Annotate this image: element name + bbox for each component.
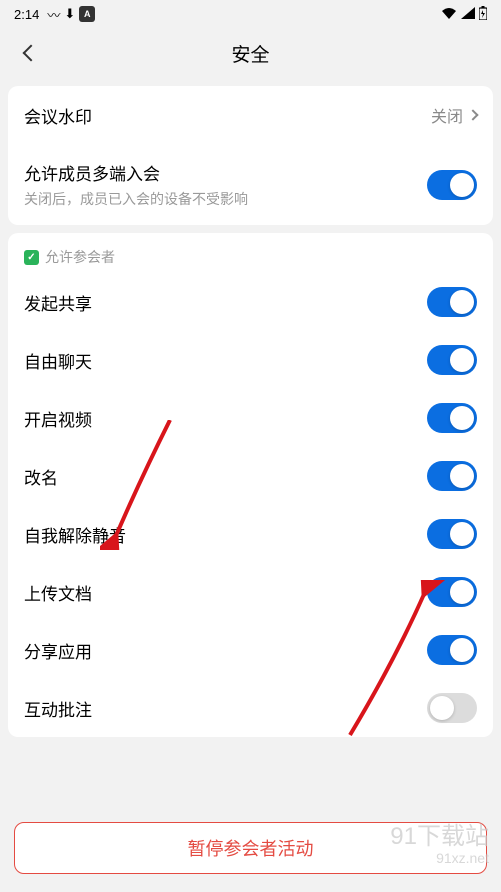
annotate-label: 互动批注	[24, 696, 92, 721]
section-header-allow: 允许参会者	[8, 233, 493, 273]
shield-check-icon	[24, 250, 39, 265]
status-icon-download: ⬇	[64, 6, 75, 22]
signal-icon	[461, 7, 475, 22]
unmute-toggle[interactable]	[427, 519, 477, 549]
shareapp-toggle[interactable]	[427, 635, 477, 665]
row-unmute: 自我解除静音	[8, 505, 493, 563]
row-shareapp: 分享应用	[8, 621, 493, 679]
unmute-label: 自我解除静音	[24, 522, 126, 547]
multidevice-label: 允许成员多端入会	[24, 160, 248, 185]
chat-label: 自由聊天	[24, 348, 92, 373]
card-settings: 会议水印 关闭 允许成员多端入会 关闭后，成员已入会的设备不受影响	[8, 86, 493, 225]
section-header-label: 允许参会者	[45, 247, 115, 267]
row-annotate: 互动批注	[8, 679, 493, 737]
rename-toggle[interactable]	[427, 461, 477, 491]
watermark-label: 会议水印	[24, 103, 92, 128]
page-header: 安全	[0, 28, 501, 78]
watermark-value: 关闭	[431, 103, 463, 127]
card-permissions: 允许参会者 发起共享自由聊天开启视频改名自我解除静音上传文档分享应用互动批注	[8, 233, 493, 737]
row-rename: 改名	[8, 447, 493, 505]
row-multidevice: 允许成员多端入会 关闭后，成员已入会的设备不受影响	[8, 144, 493, 225]
share-label: 发起共享	[24, 290, 92, 315]
pause-button-label: 暂停参会者活动	[188, 835, 314, 861]
chevron-left-icon	[23, 45, 40, 62]
wifi-icon	[441, 7, 457, 22]
chevron-right-icon	[467, 109, 478, 120]
back-button[interactable]	[16, 38, 46, 68]
pause-participants-button[interactable]: 暂停参会者活动	[14, 822, 487, 874]
status-bar: 2:14 〰 ⬇ A	[0, 0, 501, 28]
video-label: 开启视频	[24, 406, 92, 431]
upload-toggle[interactable]	[427, 577, 477, 607]
row-share: 发起共享	[8, 273, 493, 331]
annotate-toggle[interactable]	[427, 693, 477, 723]
multidevice-sub: 关闭后，成员已入会的设备不受影响	[24, 189, 248, 209]
upload-label: 上传文档	[24, 580, 92, 605]
status-icon-mountain: 〰	[47, 5, 60, 24]
row-video: 开启视频	[8, 389, 493, 447]
battery-icon	[479, 6, 487, 23]
multidevice-toggle[interactable]	[427, 170, 477, 200]
shareapp-label: 分享应用	[24, 638, 92, 663]
video-toggle[interactable]	[427, 403, 477, 433]
row-upload: 上传文档	[8, 563, 493, 621]
rename-label: 改名	[24, 464, 58, 489]
row-chat: 自由聊天	[8, 331, 493, 389]
page-title: 安全	[0, 40, 501, 67]
row-watermark[interactable]: 会议水印 关闭	[8, 86, 493, 144]
chat-toggle[interactable]	[427, 345, 477, 375]
status-time: 2:14	[14, 7, 39, 22]
share-toggle[interactable]	[427, 287, 477, 317]
status-icon-badge-a: A	[79, 6, 95, 22]
